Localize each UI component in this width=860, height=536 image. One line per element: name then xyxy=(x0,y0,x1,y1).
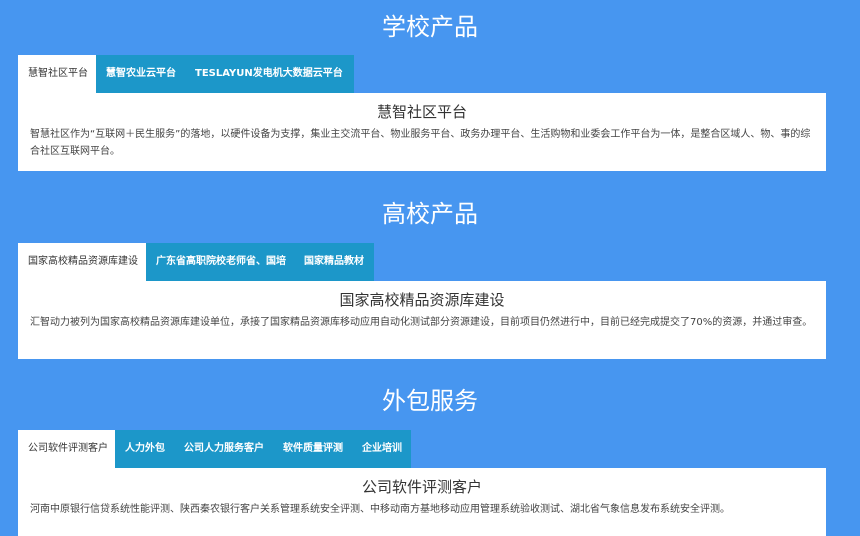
tab-bar-university-products: 国家高校精品资源库建设 广东省高职院校老师省、国培 国家精品教材 xyxy=(18,243,374,281)
tab-staff-outsourcing[interactable]: 人力外包 xyxy=(115,430,174,468)
tab-panel-university-products: 国家高校精品资源库建设 汇智动力被列为国家高校精品资源库建设单位，承接了国家精品… xyxy=(18,281,826,359)
panel-description: 智慧社区作为“互联网＋民生服务”的落地，以硬件设备为支撑，集业主交流平台、物业服… xyxy=(30,129,811,157)
tab-bar-outsourcing-services: 公司软件评测客户 人力外包 公司人力服务客户 软件质量评测 企业培训 xyxy=(18,430,411,468)
tab-guangdong-teacher-training[interactable]: 广东省高职院校老师省、国培 xyxy=(146,243,294,281)
tab-national-resource-library[interactable]: 国家高校精品资源库建设 xyxy=(18,243,146,281)
tab-staffing-clients[interactable]: 公司人力服务客户 xyxy=(174,430,273,468)
section-title-school-products: 学校产品 xyxy=(382,13,478,41)
panel-description: 河南中原银行信贷系统性能评测、陕西秦农银行客户关系管理系统安全评测、中移动南方基… xyxy=(30,504,730,515)
tab-software-testing-clients[interactable]: 公司软件评测客户 xyxy=(18,430,115,468)
tab-smart-agriculture[interactable]: 慧智农业云平台 xyxy=(96,55,185,93)
tab-panel-school-products: 慧智社区平台 智慧社区作为“互联网＋民生服务”的落地，以硬件设备为支撑，集业主交… xyxy=(18,93,826,171)
tab-national-textbooks[interactable]: 国家精品教材 xyxy=(294,243,374,281)
panel-heading: 慧智社区平台 xyxy=(376,103,467,121)
panel-heading: 国家高校精品资源库建设 xyxy=(339,291,505,309)
tab-corporate-training[interactable]: 企业培训 xyxy=(352,430,411,468)
tab-bar-school-products: 慧智社区平台 慧智农业云平台 TESLAYUN发电机大数据云平台 xyxy=(18,55,354,93)
tab-software-quality-testing[interactable]: 软件质量评测 xyxy=(273,430,352,468)
tab-smart-community[interactable]: 慧智社区平台 xyxy=(18,55,96,93)
tab-teslayun-generator-cloud[interactable]: TESLAYUN发电机大数据云平台 xyxy=(185,55,354,93)
panel-heading: 公司软件评测客户 xyxy=(361,478,482,496)
section-title-outsourcing-services: 外包服务 xyxy=(382,387,478,415)
section-title-university-products: 高校产品 xyxy=(382,200,478,228)
panel-description: 汇智动力被列为国家高校精品资源库建设单位，承接了国家精品资源库移动应用自动化测试… xyxy=(30,317,813,328)
tab-panel-outsourcing-services: 公司软件评测客户 河南中原银行信贷系统性能评测、陕西秦农银行客户关系管理系统安全… xyxy=(18,468,826,536)
